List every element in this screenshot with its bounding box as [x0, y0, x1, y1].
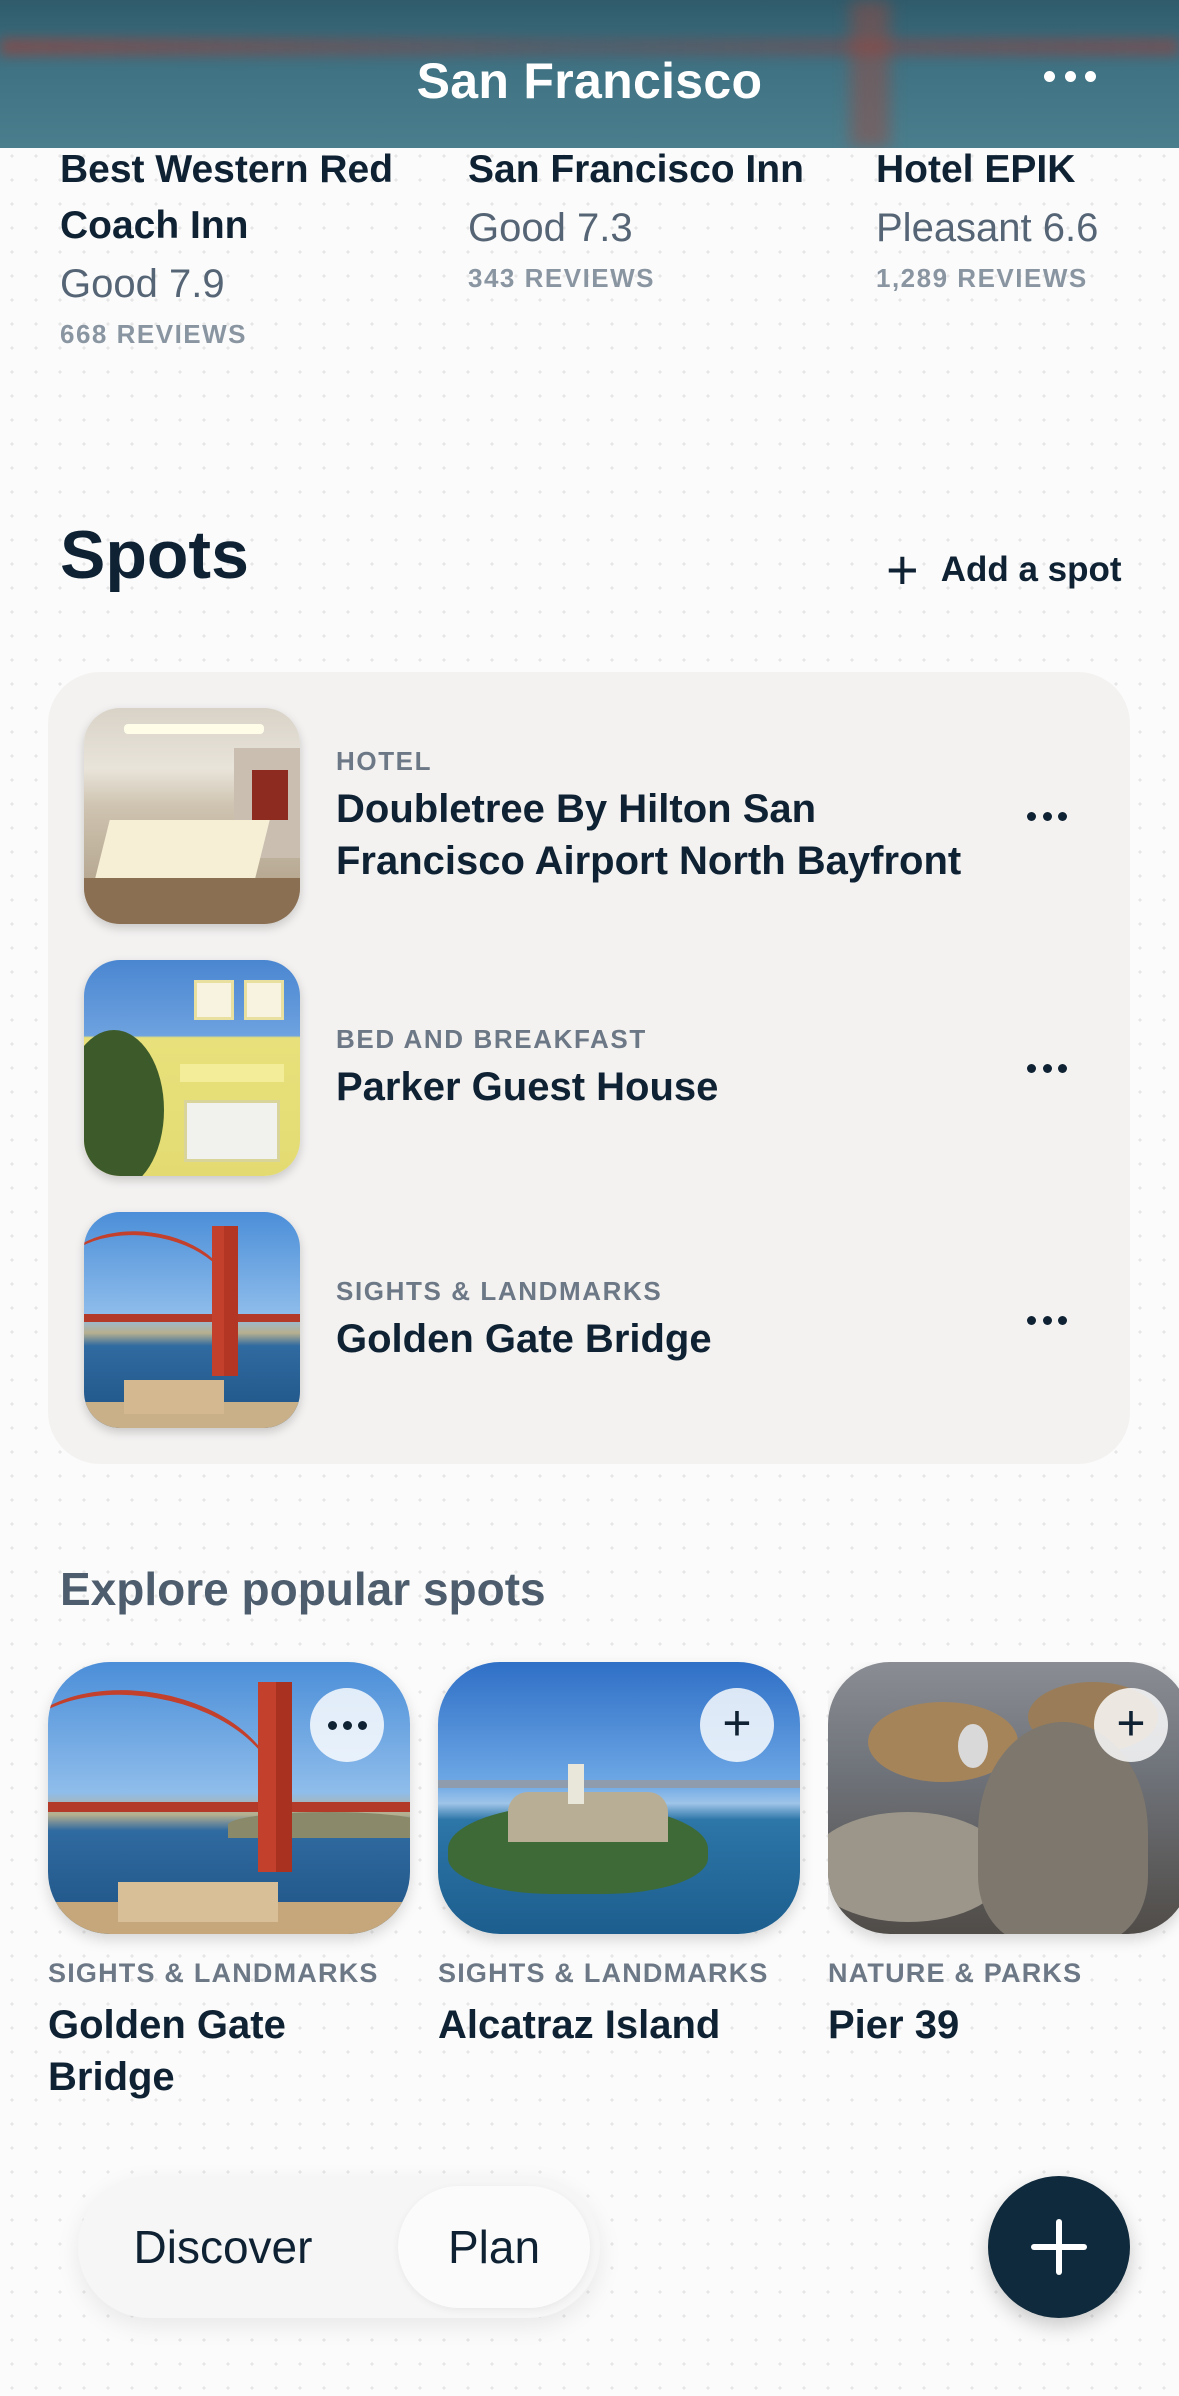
plus-icon: + [1116, 1695, 1146, 1751]
tab-discover[interactable]: Discover [88, 2186, 358, 2308]
hotel-rating: Good 7.9 [60, 262, 225, 306]
more-dot [342, 1720, 352, 1730]
explore-card-category: SIGHTS & LANDMARKS [48, 1958, 379, 1988]
house-window [194, 980, 234, 1020]
add-spot-button[interactable]: + Add a spot [886, 542, 1122, 598]
explore-card-name: Golden Gate Bridge [48, 2003, 286, 2099]
more-dot [1085, 70, 1096, 82]
tab-plan[interactable]: Plan [398, 2186, 590, 2308]
explore-card[interactable]: + SIGHTS & LANDMARKS Alcatraz Island [438, 1662, 800, 2051]
bridge-tower [276, 1682, 292, 1872]
explore-card-image: + [828, 1662, 1179, 1934]
more-dot [357, 1720, 367, 1730]
more-dot [1042, 1315, 1052, 1325]
more-dot [1058, 811, 1067, 821]
more-dot [1042, 811, 1052, 821]
house-sign [180, 1064, 284, 1082]
more-dot [1058, 1063, 1067, 1073]
explore-card-category: NATURE & PARKS [828, 1958, 1083, 1988]
hotel-name: Best Western Red Coach Inn [60, 148, 394, 247]
lighthouse [568, 1764, 584, 1804]
hotel-reviews: 343 REVIEWS [468, 263, 656, 293]
spots-heading: Spots [60, 517, 249, 593]
hotel-card[interactable]: Hotel EPIK Pleasant 6.6 1,289 REVIEWS [876, 142, 1179, 298]
spot-thumbnail [84, 960, 300, 1176]
more-dot [327, 1720, 337, 1730]
bridge-tower [224, 1226, 238, 1376]
more-dot [1042, 1063, 1052, 1073]
spot-category: BED AND BREAKFAST [336, 1023, 647, 1054]
prison-building [508, 1792, 668, 1842]
more-dot [1058, 1315, 1067, 1325]
spots-list: HOTEL Doubletree By Hilton San Francisco… [48, 672, 1130, 1464]
ceiling-lights [124, 724, 264, 734]
card-add-button[interactable]: + [700, 1688, 774, 1762]
page-title: San Francisco [416, 53, 763, 109]
spot-row[interactable]: HOTEL Doubletree By Hilton San Francisco… [84, 708, 1094, 924]
spot-thumbnail [84, 708, 300, 924]
wall-art [252, 770, 288, 820]
card-more-button[interactable] [310, 1688, 384, 1762]
explore-card[interactable]: SIGHTS & LANDMARKS Golden Gate Bridge [48, 1662, 410, 2103]
explore-card-name: Pier 39 [828, 2003, 960, 2047]
explore-card-image: + [438, 1662, 800, 1934]
card-add-button[interactable]: + [1094, 1688, 1168, 1762]
more-horizontal-icon [1027, 1315, 1036, 1325]
top-bar: San Francisco [0, 0, 1179, 148]
spot-category: HOTEL [336, 745, 433, 776]
bridge-tower [258, 1682, 276, 1872]
spot-more-button[interactable] [1027, 806, 1067, 826]
hotel-name: Hotel EPIK [876, 148, 1076, 191]
explore-heading: Explore popular spots [60, 1563, 546, 1615]
hotel-rating: Pleasant 6.6 [876, 206, 1099, 250]
fort [124, 1380, 224, 1414]
bridge-cable [48, 1669, 291, 1885]
floor [84, 878, 300, 924]
hotel-reviews: 1,289 REVIEWS [876, 263, 1088, 293]
add-floating-button[interactable] [988, 2176, 1130, 2318]
explore-card-image [48, 1662, 410, 1934]
spot-name: Golden Gate Bridge [336, 1316, 712, 1361]
hotel-reviews: 668 REVIEWS [60, 319, 248, 349]
more-horizontal-icon [1044, 70, 1055, 82]
far-shore [438, 1780, 800, 1788]
bridge-deck [84, 1314, 300, 1322]
house-window [244, 980, 284, 1020]
spot-category: SIGHTS & LANDMARKS [336, 1275, 663, 1306]
view-switcher: Discover Plan [78, 2176, 600, 2318]
spot-row[interactable]: BED AND BREAKFAST Parker Guest House [84, 960, 1094, 1176]
hotel-card[interactable]: San Francisco Inn Good 7.3 343 REVIEWS [468, 142, 868, 298]
plus-icon: + [886, 538, 919, 601]
hotel-card[interactable]: Best Western Red Coach Inn Good 7.9 668 … [60, 142, 460, 354]
conference-table [94, 820, 270, 882]
tree [84, 1030, 164, 1176]
spot-more-button[interactable] [1027, 1058, 1067, 1078]
spot-row[interactable]: SIGHTS & LANDMARKS Golden Gate Bridge [84, 1212, 1094, 1428]
spot-thumbnail [84, 1212, 300, 1428]
more-horizontal-icon [1027, 811, 1036, 821]
spot-more-button[interactable] [1027, 1310, 1067, 1330]
more-dot [1064, 70, 1076, 82]
plus-icon [1031, 2219, 1087, 2275]
more-options-button[interactable] [1040, 56, 1100, 96]
hotel-rating: Good 7.3 [468, 206, 633, 250]
seagull [958, 1724, 988, 1768]
more-horizontal-icon [1027, 1063, 1036, 1073]
spot-name: Doubletree By Hilton San Francisco Airpo… [336, 786, 962, 883]
explore-card[interactable]: + NATURE & PARKS Pier 39 [828, 1662, 1179, 2051]
hotel-name: San Francisco Inn [468, 148, 804, 191]
garage-door [184, 1100, 280, 1162]
add-spot-label: Add a spot [940, 550, 1122, 589]
fort [118, 1882, 278, 1922]
explore-card-category: SIGHTS & LANDMARKS [438, 1958, 769, 1988]
bridge-deck [48, 1802, 410, 1812]
more-horizontal-icon [327, 1720, 367, 1730]
explore-card-name: Alcatraz Island [438, 2003, 721, 2047]
plus-icon: + [722, 1695, 752, 1751]
spot-name: Parker Guest House [336, 1064, 719, 1109]
